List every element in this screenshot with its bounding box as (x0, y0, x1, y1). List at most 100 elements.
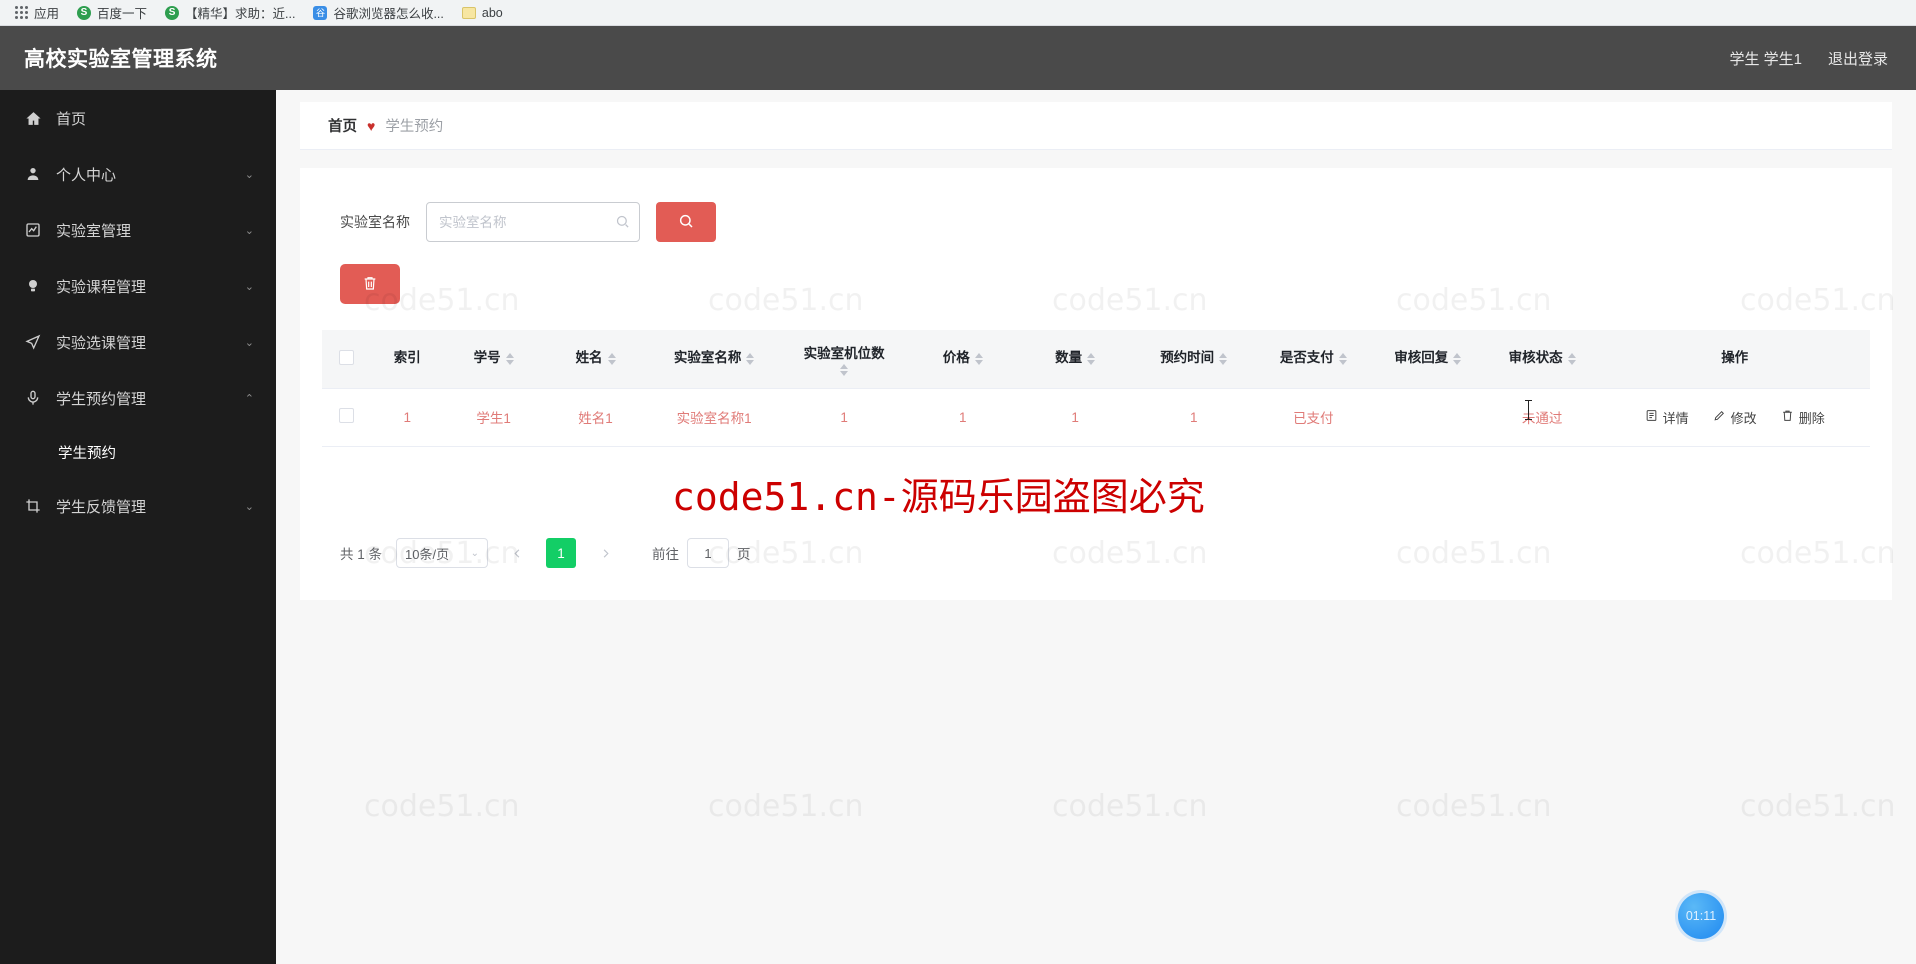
sort-icon[interactable] (1219, 352, 1228, 365)
table-row: 1 学生1 姓名1 实验室名称1 1 1 1 1 已支付 未通过 详情 修改 删… (322, 388, 1870, 447)
chevron-right-icon (603, 548, 609, 558)
breadcrumb-current: 学生预约 (385, 119, 444, 135)
sidebar-subitem-student-booking[interactable]: 学生预约 (0, 426, 276, 478)
trash-icon (1781, 409, 1794, 425)
filter-bar: 实验室名称 (300, 202, 1892, 242)
sort-icon[interactable] (607, 352, 616, 365)
row-checkbox[interactable] (339, 408, 355, 423)
sidebar-item-label: 个人中心 (56, 166, 117, 184)
lab-name-filter-label: 实验室名称 (340, 214, 410, 230)
row-select-cell (322, 388, 372, 447)
column-label: 价格 (942, 350, 970, 366)
chevron-left-icon (513, 548, 519, 558)
bookmark-folder-abo[interactable]: abo (453, 4, 512, 22)
sidebar-item-student-booking-management[interactable]: 学生预约管理 ⌃ (0, 370, 276, 426)
sort-icon[interactable] (1338, 352, 1347, 365)
delete-button[interactable]: 删除 (1770, 401, 1835, 433)
col-lab-name[interactable]: 实验室名称 (646, 330, 782, 389)
sidebar-item-personal-center[interactable]: 个人中心 ⌄ (0, 146, 276, 202)
cell-review-reply (1370, 388, 1485, 447)
next-page-button[interactable] (590, 538, 621, 568)
page-size-value: 10条/页 (405, 546, 450, 562)
cell-student-no: 学生1 (442, 388, 545, 447)
col-student-no[interactable]: 学号 (442, 330, 545, 389)
bookmark-label: 应用 (34, 7, 60, 21)
page-root: 应用 百度一下 【精华】求助：近... 谷歌浏览器怎么收... abo 高校实验… (0, 0, 1916, 964)
chart-icon (22, 222, 44, 238)
sidebar: 首页 个人中心 ⌄ 实验室管理 ⌄ 实验课程管理 ⌄ 实验选课管理 ⌄ 学生预约… (0, 90, 276, 964)
column-label: 是否支付 (1279, 350, 1334, 366)
logout-button[interactable]: 退出登录 (1828, 48, 1888, 69)
trash-icon (362, 275, 378, 294)
sidebar-item-lab-course-management[interactable]: 实验课程管理 ⌄ (0, 258, 276, 314)
sort-icon[interactable] (1453, 352, 1462, 365)
prev-page-button[interactable] (502, 538, 533, 568)
header-right: 学生 学生1 退出登录 (1729, 48, 1888, 69)
col-name[interactable]: 姓名 (544, 330, 647, 389)
sort-icon[interactable] (1567, 352, 1576, 365)
home-icon (22, 110, 44, 127)
main-content: 首页 ♥ 学生预约 实验室名称 实验室名称 索引 学号 姓名 实验室名称 实验室… (276, 90, 1916, 964)
sidebar-item-lab-selection-management[interactable]: 实验选课管理 ⌄ (0, 314, 276, 370)
sidebar-item-label: 首页 (56, 110, 87, 128)
col-actions: 操作 (1599, 330, 1870, 389)
timer-badge[interactable]: 01:11 (1678, 893, 1724, 939)
cell-booking-time: 1 (1131, 388, 1257, 447)
batch-delete-button[interactable] (340, 264, 400, 304)
column-label: 姓名 (575, 350, 603, 366)
page-size-select[interactable]: 10条/页 ⌄ (396, 538, 489, 568)
sidebar-item-student-feedback-management[interactable]: 学生反馈管理 ⌄ (0, 478, 276, 534)
edit-button[interactable]: 修改 (1702, 401, 1767, 433)
detail-button[interactable]: 详情 (1634, 401, 1699, 433)
jump-suffix-label: 页 (737, 547, 751, 562)
breadcrumb: 首页 ♥ 学生预约 (300, 102, 1892, 150)
sort-icon[interactable] (505, 352, 514, 365)
col-paid[interactable]: 是否支付 (1256, 330, 1371, 389)
search-button[interactable] (656, 202, 716, 242)
sort-icon[interactable] (974, 352, 983, 365)
sidebar-item-home[interactable]: 首页 (0, 90, 276, 146)
bookmark-baidu[interactable]: 百度一下 (68, 1, 156, 24)
sidebar-item-lab-management[interactable]: 实验室管理 ⌄ (0, 202, 276, 258)
search-input-wrapper (426, 202, 640, 242)
watermark-banner: code51.cn-源码乐园盗图必究 (672, 475, 1205, 519)
sidebar-item-label: 实验课程管理 (56, 278, 147, 296)
cell-actions: 详情 修改 删除 (1599, 388, 1870, 447)
action-label: 删除 (1798, 410, 1825, 426)
page-jump-input[interactable] (687, 538, 730, 568)
bookmark-label: 百度一下 (97, 7, 148, 21)
table-body: 1 学生1 姓名1 实验室名称1 1 1 1 1 已支付 未通过 详情 修改 删… (322, 388, 1870, 447)
sort-icon[interactable] (746, 352, 755, 365)
select-all-header (322, 330, 372, 389)
bookmark-apps[interactable]: 应用 (6, 1, 68, 24)
search-icon (615, 214, 630, 229)
col-booking-time[interactable]: 预约时间 (1131, 330, 1257, 389)
cell-quantity: 1 (1018, 388, 1132, 447)
chevron-down-icon: ⌄ (244, 500, 254, 513)
col-lab-seats[interactable]: 实验室机位数 (781, 330, 907, 389)
column-label: 索引 (393, 350, 421, 366)
browser-bookmark-bar: 应用 百度一下 【精华】求助：近... 谷歌浏览器怎么收... abo (0, 0, 1916, 26)
col-review-status[interactable]: 审核状态 (1484, 330, 1600, 389)
bulb-icon (22, 278, 44, 294)
col-quantity[interactable]: 数量 (1018, 330, 1132, 389)
column-label: 学号 (473, 350, 501, 366)
col-review-reply[interactable]: 审核回复 (1370, 330, 1485, 389)
col-price[interactable]: 价格 (906, 330, 1019, 389)
folder-icon (461, 6, 476, 19)
column-label: 审核回复 (1394, 350, 1449, 366)
chevron-up-icon: ⌃ (244, 392, 254, 405)
page-number-1[interactable]: 1 (546, 538, 577, 568)
search-input[interactable] (426, 202, 640, 242)
sort-icon[interactable] (840, 363, 849, 376)
select-all-checkbox[interactable] (339, 349, 355, 365)
sort-icon[interactable] (1087, 352, 1096, 365)
jump-prefix-label: 前往 (652, 547, 680, 562)
link-icon (165, 5, 180, 20)
breadcrumb-home[interactable]: 首页 (328, 115, 357, 136)
bookmark-help-thread[interactable]: 【精华】求助：近... (156, 1, 304, 24)
bookmark-chrome-tip[interactable]: 谷歌浏览器怎么收... (304, 1, 452, 24)
column-label: 预约时间 (1160, 350, 1215, 366)
heart-icon: ♥ (367, 117, 376, 134)
pagination: 共 1 条 10条/页 ⌄ 1 前往 页 (340, 538, 751, 568)
